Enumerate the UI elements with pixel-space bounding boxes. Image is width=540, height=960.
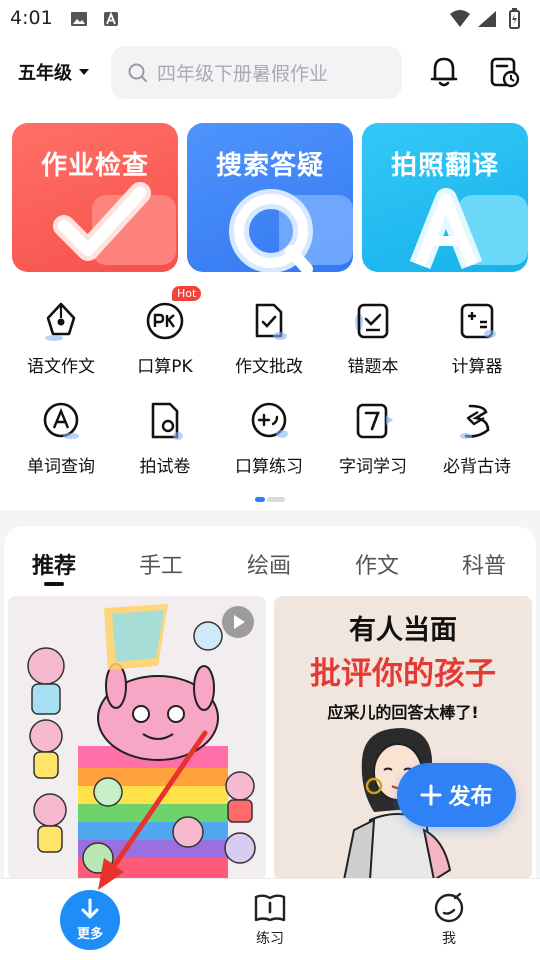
app-notification-icon [104, 11, 118, 26]
system-status-icons [450, 8, 520, 29]
photo-translate-title: 拍照翻译 [390, 151, 499, 181]
search-placeholder: 四年级下册暑假作业 [157, 63, 329, 85]
status-bar: 4:01 [0, 0, 540, 40]
tool-label: 字词学习 [339, 457, 407, 477]
nav-practice[interactable]: 练习 [240, 892, 300, 948]
signal-icon [478, 11, 496, 27]
play-icon [234, 615, 245, 629]
grade-label: 五年级 [18, 63, 72, 84]
tool-calculator[interactable]: 计算器 [427, 300, 527, 380]
letter-a-icon [43, 402, 79, 439]
calculator-icon [460, 303, 496, 339]
tool-chinese-composition[interactable]: 语文作文 [11, 300, 111, 380]
tool-label: 口算练习 [235, 457, 303, 477]
publish-label: 发布 [448, 785, 493, 810]
tab-science[interactable]: 科普 [462, 548, 506, 580]
document-check-icon [255, 303, 287, 340]
tool-ancient-poems[interactable]: 必背古诗 [427, 400, 527, 480]
nav-practice-label: 练习 [256, 931, 284, 947]
grade-selector[interactable]: 五年级 [18, 58, 90, 86]
search-icon [128, 63, 147, 82]
tool-math-practice[interactable]: 口算练习 [219, 400, 319, 480]
tab-recommend[interactable]: 推荐 [32, 548, 76, 580]
tab-handcraft[interactable]: 手工 [139, 548, 183, 580]
post-headline: 有人当面 [349, 615, 457, 646]
wifi-icon [450, 10, 470, 27]
book-icon [254, 894, 286, 922]
camera-paper-icon [151, 402, 183, 440]
tool-label: 单词查询 [27, 457, 95, 477]
page-dot-inactive [267, 497, 285, 502]
tool-label: 错题本 [347, 357, 399, 377]
tool-scan-exam[interactable]: 拍试卷 [115, 400, 215, 480]
publish-button[interactable]: 发布 [397, 763, 516, 827]
bell-icon[interactable] [427, 53, 461, 89]
tool-word-lookup[interactable]: 单词查询 [11, 400, 111, 480]
tab-composition[interactable]: 作文 [355, 548, 399, 580]
hot-badge: Hot [172, 286, 202, 301]
chevron-down-icon [79, 69, 89, 75]
history-icon[interactable] [487, 53, 521, 89]
tool-math-pk[interactable]: 口算PK [115, 300, 215, 380]
craft-photo-thumbnail [8, 596, 266, 880]
tool-label: 计算器 [451, 357, 503, 377]
tab-underline [44, 582, 64, 586]
profile-face-icon [434, 892, 464, 923]
homework-check-title: 作业检查 [40, 151, 149, 181]
page-indicator [255, 497, 287, 503]
tool-word-study[interactable]: 字词学习 [323, 400, 423, 480]
page-dot-active [255, 497, 265, 502]
tool-label: 口算PK [137, 357, 193, 377]
nav-more-button[interactable]: 更多 [60, 890, 120, 950]
status-time: 4:01 [10, 7, 53, 29]
post-headline-red: 批评你的孩子 [310, 656, 496, 692]
notebook-check-icon [355, 303, 389, 339]
play-button[interactable] [222, 606, 254, 638]
plus-bubble-icon [251, 402, 288, 438]
tool-label: 语文作文 [27, 357, 95, 377]
nav-me-label: 我 [442, 931, 456, 947]
pen-nib-icon [45, 302, 76, 341]
tool-mistake-book[interactable]: 错题本 [323, 300, 423, 380]
nav-more-label: 更多 [76, 927, 103, 942]
plus-icon [420, 784, 442, 806]
tool-composition-review[interactable]: 作文批改 [219, 300, 319, 380]
photo-translate-card[interactable]: 拍照翻译 [362, 123, 528, 272]
tool-label: 作文批改 [235, 357, 303, 377]
search-input[interactable]: 四年级下册暑假作业 [111, 46, 402, 99]
homework-check-card[interactable]: 作业检查 [12, 123, 178, 272]
search-answer-title: 搜索答疑 [215, 151, 324, 181]
tab-drawing[interactable]: 绘画 [247, 548, 291, 580]
image-notification-icon [71, 12, 87, 26]
feed-card-parenting-post[interactable]: 有人当面 批评你的孩子 应采儿的回答太棒了! [274, 596, 532, 880]
tool-label: 必背古诗 [443, 457, 511, 477]
search-answer-card[interactable]: 搜索答疑 [187, 123, 353, 272]
nav-me[interactable]: 我 [419, 892, 479, 948]
tool-label: 拍试卷 [139, 457, 191, 477]
pk-badge-icon [146, 302, 184, 340]
poem-scroll-icon [460, 404, 490, 439]
character-card-icon [356, 403, 393, 439]
feed-card-craft-video[interactable] [8, 596, 266, 880]
